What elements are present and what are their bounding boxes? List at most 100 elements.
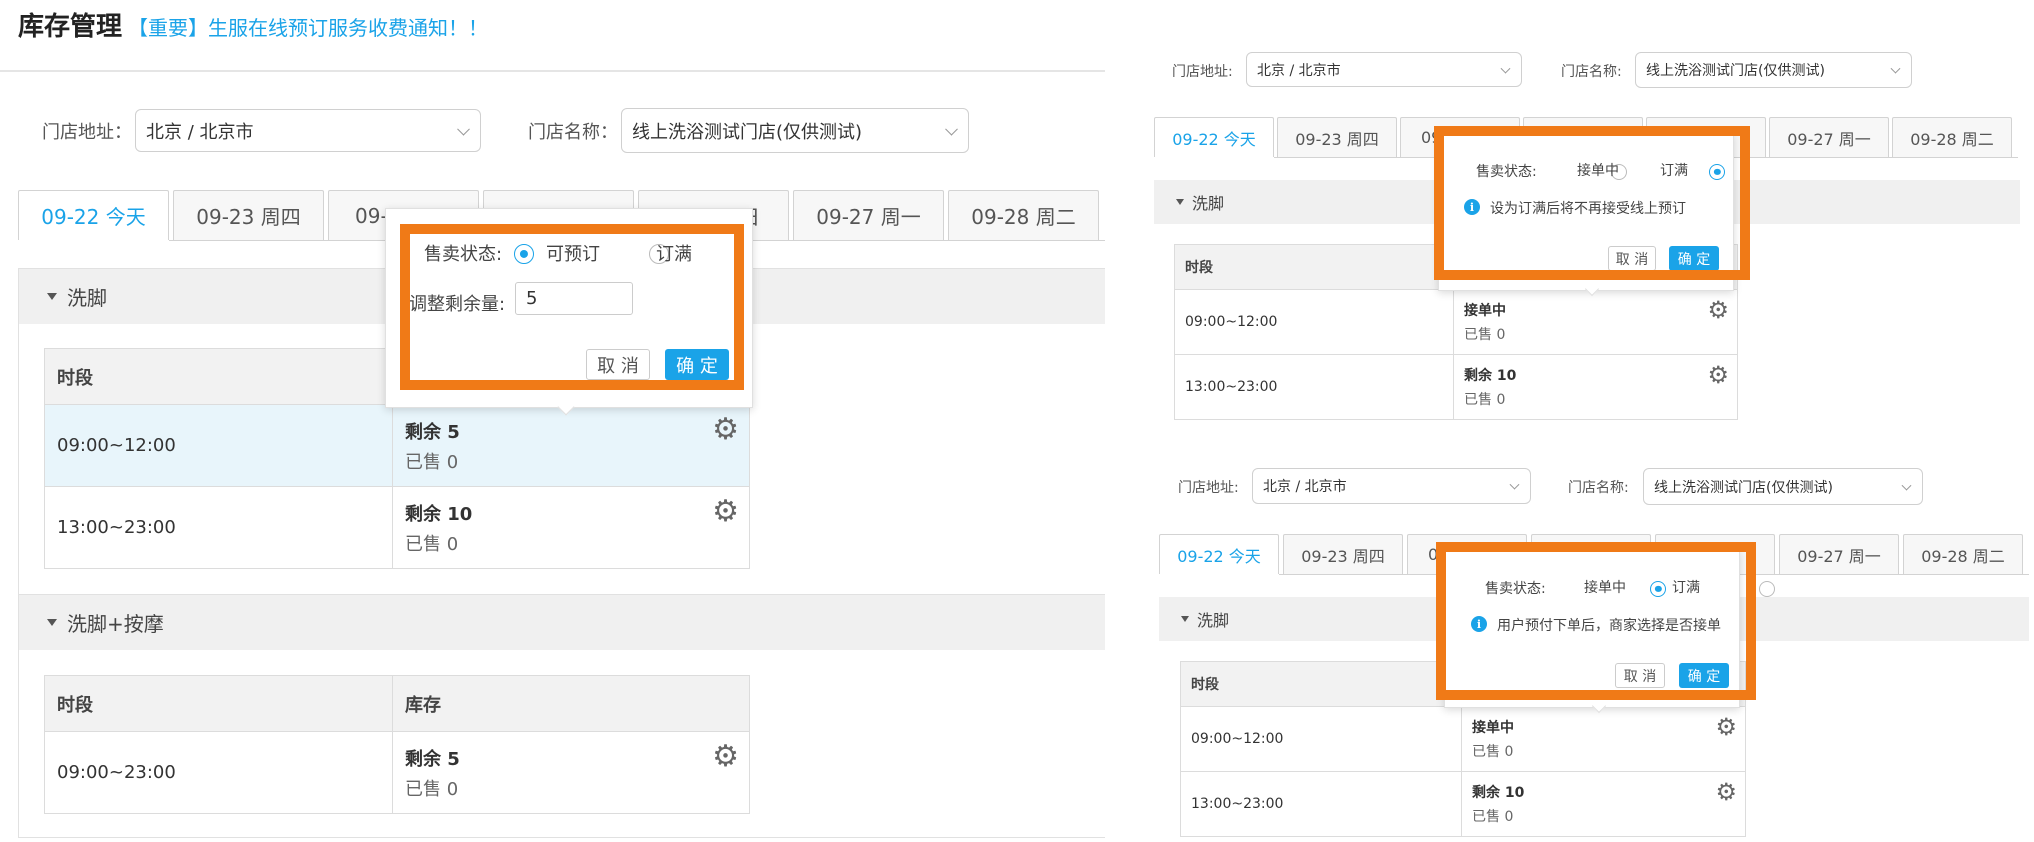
tab-09-22[interactable]: 09-22 今天 [1159, 534, 1279, 574]
tab-09-23[interactable]: 09-23 周四 [173, 190, 324, 240]
address-label: 门店地址： [42, 122, 132, 143]
tab-09-27[interactable]: 09-27 周一 [1779, 534, 1899, 574]
time-cell: 13:00~23:00 [1174, 354, 1454, 420]
column-header: 时段 [1174, 244, 1454, 290]
group-name: 洗脚 [67, 286, 107, 310]
store-value: 线上洗浴测试门店(仅供测试) [1646, 63, 1825, 79]
time-cell: 13:00~23:00 [1180, 771, 1462, 837]
stock-remaining: 剩余 10 [1472, 785, 1525, 801]
gear-icon[interactable]: ⚙ [712, 415, 739, 445]
gear-icon[interactable]: ⚙ [712, 742, 739, 772]
tab-09-28[interactable]: 09-28 周二 [948, 190, 1099, 240]
stock-sold: 已售 0 [405, 778, 459, 800]
stock-sold: 已售 0 [1464, 327, 1506, 343]
table-row: 09:00~12:00 接单中 已售 0 ⚙ [1180, 706, 1746, 772]
tab-09-28[interactable]: 09-28 周二 [1892, 117, 2012, 157]
tab-label-partial: 09- [355, 203, 388, 228]
notice-link[interactable]: 【重要】生服在线预订服务收费通知！！ [128, 12, 488, 41]
header-divider [0, 70, 1105, 72]
table-row: 13:00~23:00 剩余 10 已售 0 ⚙ [1174, 354, 1738, 420]
address-select[interactable]: 北京 / 北京市 [135, 109, 481, 152]
stock-cell[interactable]: 剩余 10 已售 0 ⚙ [392, 486, 750, 569]
chevron-down-icon [457, 122, 470, 136]
stock-remaining: 剩余 5 [405, 421, 460, 443]
store-select[interactable]: 线上洗浴测试门店(仅供测试) [621, 108, 969, 153]
store-label: 门店名称: [1568, 480, 1629, 496]
chevron-down-icon [1890, 63, 1901, 74]
group-header-foot-massage[interactable]: 洗脚+按摩 [19, 595, 1105, 650]
stock-sold: 已售 0 [1472, 809, 1514, 825]
stock-cell[interactable]: 接单中 已售 0 ⚙ [1453, 289, 1738, 355]
chevron-down-icon [1500, 63, 1511, 74]
highlight-box [1436, 542, 1756, 700]
gear-icon[interactable]: ⚙ [1707, 363, 1729, 387]
tab-09-23[interactable]: 09-23 周四 [1283, 534, 1403, 574]
time-cell: 09:00~12:00 [1180, 706, 1462, 772]
tab-09-28[interactable]: 09-28 周二 [1903, 534, 2023, 574]
stock-remaining: 剩余 10 [405, 503, 473, 525]
tab-09-27[interactable]: 09-27 周一 [793, 190, 944, 240]
highlight-box [1434, 126, 1750, 280]
gear-icon[interactable]: ⚙ [1715, 715, 1737, 739]
address-value: 北京 / 北京市 [1257, 62, 1341, 79]
table-row: 09:00~12:00 剩余 5 已售 0 ⚙ [44, 404, 750, 487]
highlight-box [400, 224, 744, 390]
group-name: 洗脚 [1192, 194, 1225, 213]
radio-full[interactable] [1759, 580, 1776, 597]
address-label: 门店地址: [1172, 64, 1233, 80]
address-select[interactable]: 北京 / 北京市 [1246, 52, 1522, 87]
column-header: 时段 [1180, 661, 1462, 707]
time-cell: 09:00~12:00 [44, 404, 393, 487]
triangle-down-icon [1176, 199, 1184, 205]
tab-09-22[interactable]: 09-22 今天 [1154, 117, 1274, 157]
triangle-down-icon [47, 619, 57, 626]
gear-icon[interactable]: ⚙ [712, 497, 739, 527]
gear-icon[interactable]: ⚙ [1715, 780, 1737, 804]
stock-sold: 已售 0 [405, 451, 459, 473]
address-value: 北京 / 北京市 [1263, 479, 1347, 495]
page-title: 库存管理 [18, 12, 123, 42]
store-label: 门店名称: [1561, 64, 1622, 80]
tab-09-27[interactable]: 09-27 周一 [1769, 117, 1889, 157]
chevron-down-icon [1509, 479, 1520, 490]
table-row: 09:00~12:00 接单中 已售 0 ⚙ [1174, 289, 1738, 355]
group-name: 洗脚 [1197, 611, 1230, 630]
inventory-table: 时段 库存 09:00~23:00 剩余 5 已售 0 ⚙ [44, 675, 750, 814]
tab-09-23[interactable]: 09-23 周四 [1277, 117, 1397, 157]
address-value: 北京 / 北京市 [146, 121, 254, 143]
stock-cell[interactable]: 接单中 已售 0 ⚙ [1461, 706, 1746, 772]
stock-status: 接单中 [1472, 720, 1514, 736]
stock-cell[interactable]: 剩余 5 已售 0 ⚙ [392, 731, 750, 814]
store-select[interactable]: 线上洗浴测试门店(仅供测试) [1643, 468, 1923, 505]
time-cell: 13:00~23:00 [44, 486, 393, 569]
store-label: 门店名称： [528, 122, 618, 143]
tab-09-22[interactable]: 09-22 今天 [18, 190, 169, 240]
table-row: 13:00~23:00 剩余 10 已售 0 ⚙ [1180, 771, 1746, 837]
stock-remaining: 剩余 10 [1464, 368, 1517, 384]
chevron-down-icon [945, 122, 958, 136]
stock-sold: 已售 0 [1464, 392, 1506, 408]
stock-remaining: 剩余 5 [405, 748, 460, 770]
gear-icon[interactable]: ⚙ [1707, 298, 1729, 322]
column-header: 时段 [44, 348, 393, 405]
stock-cell[interactable]: 剩余 5 已售 0 ⚙ [392, 404, 750, 487]
stock-sold: 已售 0 [405, 533, 459, 555]
store-value: 线上洗浴测试门店(仅供测试) [1654, 479, 1833, 496]
time-cell: 09:00~23:00 [44, 731, 393, 814]
stock-status: 接单中 [1464, 303, 1506, 319]
triangle-down-icon [1181, 616, 1189, 622]
address-select[interactable]: 北京 / 北京市 [1252, 468, 1531, 504]
stock-cell[interactable]: 剩余 10 已售 0 ⚙ [1461, 771, 1746, 837]
time-cell: 09:00~12:00 [1174, 289, 1454, 355]
table-row: 13:00~23:00 剩余 10 已售 0 ⚙ [44, 486, 750, 569]
table-row: 09:00~23:00 剩余 5 已售 0 ⚙ [44, 731, 750, 814]
group-name: 洗脚+按摩 [67, 612, 164, 636]
stock-sold: 已售 0 [1472, 744, 1514, 760]
triangle-down-icon [47, 293, 57, 300]
store-select[interactable]: 线上洗浴测试门店(仅供测试) [1635, 52, 1912, 88]
chevron-down-icon [1901, 480, 1912, 491]
address-label: 门店地址: [1178, 480, 1239, 496]
stock-cell[interactable]: 剩余 10 已售 0 ⚙ [1453, 354, 1738, 420]
column-header: 库存 [392, 675, 750, 732]
column-header: 时段 [44, 675, 393, 732]
